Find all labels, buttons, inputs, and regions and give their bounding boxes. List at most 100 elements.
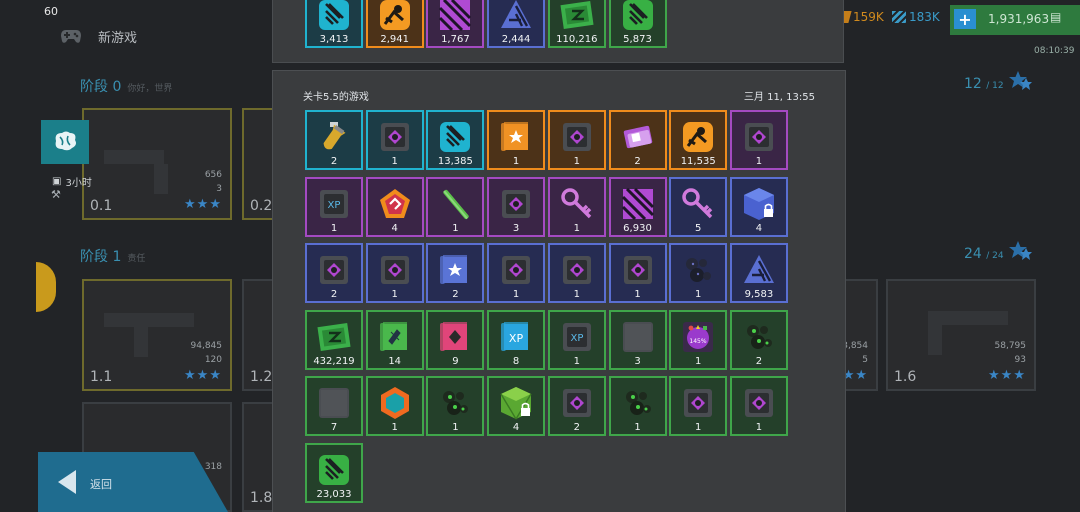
item-quantity: 4 [512, 422, 520, 433]
reward-item-dark-ore[interactable]: 1 [669, 243, 728, 303]
reward-item-empty-slot[interactable]: 7 [305, 376, 363, 436]
chip-icon [497, 251, 535, 289]
reward-item-green-cash[interactable]: 432,219 [305, 309, 363, 370]
reward-item-locked-crate[interactable]: 4 [487, 376, 546, 436]
stage-0-title: 阶段 0 你好，世界 [80, 79, 173, 95]
reward-item-chip[interactable]: 1 [729, 376, 788, 436]
reward-item-chip[interactable]: 1 [729, 110, 788, 170]
item-quantity: 9,583 [744, 289, 774, 300]
reward-item-hex-shield[interactable]: 1 [365, 376, 424, 436]
reward-item-green-ledger[interactable]: 5,873 [608, 0, 667, 48]
chip-icon [558, 251, 596, 289]
xp-blueprint-icon: XP [497, 318, 535, 356]
item-quantity: 6,930 [623, 222, 652, 234]
gold-currency: 159K [836, 10, 884, 24]
svg-text:XP: XP [570, 333, 583, 344]
green-cash-icon [315, 318, 353, 356]
reward-item-locked-cube[interactable]: 4 [729, 176, 788, 237]
reward-item-xp-blueprint[interactable]: XP 8 [487, 309, 546, 370]
key-icon [679, 185, 717, 223]
reward-item-purple-stripes[interactable]: 6,930 [608, 176, 667, 237]
reward-item-vial[interactable]: 2 [305, 110, 363, 170]
stars-icon [1009, 241, 1032, 260]
stage-1-count: 24 / 24 [964, 246, 1004, 262]
item-quantity: 2 [330, 289, 338, 300]
orange-mech-icon [376, 0, 414, 34]
item-quantity: 432,219 [313, 355, 355, 367]
item-quantity: 1 [330, 222, 338, 234]
dark-ore-icon [679, 251, 717, 289]
item-quantity: 1 [634, 422, 641, 433]
item-quantity: 14 [388, 355, 402, 367]
page-title: 新游戏 [98, 30, 138, 46]
reward-item-chip[interactable]: 1 [365, 243, 424, 303]
orange-blueprint-icon [497, 118, 535, 156]
reward-item-chip[interactable]: 1 [608, 243, 667, 303]
item-quantity: 1,767 [441, 34, 470, 45]
cyan-ledger-icon [436, 118, 474, 156]
reward-item-chip[interactable]: 1 [669, 376, 728, 436]
green-cash-icon [558, 0, 596, 34]
level-number: 1.6 [894, 369, 917, 385]
reward-item-purple-stripes[interactable]: 1,767 [426, 0, 485, 48]
reward-item-green-blueprint[interactable]: 14 [365, 309, 424, 370]
item-quantity: 110,216 [556, 34, 598, 45]
reward-item-cyan-ledger[interactable]: 3,413 [305, 0, 363, 48]
reward-item-xp-chip[interactable]: XP 1 [547, 309, 606, 370]
reward-item-green-ore[interactable]: 1 [608, 376, 667, 436]
reward-item-empty-slot[interactable]: 3 [608, 309, 667, 370]
cash-amount: 1,931,963 [988, 12, 1050, 26]
item-quantity: 1 [695, 422, 702, 433]
purple-tickets-icon [619, 118, 657, 156]
stage-0-count: 12 / 12 [964, 76, 1004, 92]
purple-stripes-icon [436, 0, 474, 34]
item-quantity: 1 [755, 422, 763, 433]
reward-item-chip[interactable]: 1 [547, 110, 606, 170]
reward-item-cyan-ledger[interactable]: 13,385 [426, 110, 485, 170]
reward-item-chip[interactable]: 2 [305, 243, 363, 303]
empty-slot-icon [315, 384, 353, 422]
reward-item-green-rod[interactable]: 1 [426, 176, 485, 237]
green-blueprint-icon [376, 318, 414, 356]
reward-item-chip[interactable]: 3 [487, 176, 546, 237]
tools-icon[interactable]: ⚒ [51, 188, 61, 201]
reward-item-orange-blueprint[interactable]: 1 [487, 110, 546, 170]
reward-item-boost-card[interactable]: 145% 1 [669, 309, 728, 370]
reward-item-green-ledger[interactable]: 23,033 [305, 442, 363, 503]
item-quantity: 1 [695, 289, 702, 300]
reward-item-blue-triangle[interactable]: 2,444 [487, 0, 546, 48]
parts-icon [892, 11, 906, 23]
reward-item-key[interactable]: 1 [547, 176, 606, 237]
reward-item-pentagon-badge[interactable]: 4 [365, 176, 424, 237]
reward-item-green-ore[interactable]: 2 [729, 309, 788, 370]
cyan-ledger-icon [315, 0, 353, 34]
reward-item-purple-tickets[interactable]: 2 [608, 110, 667, 170]
item-quantity: 5,873 [623, 34, 652, 45]
reward-item-key[interactable]: 5 [669, 176, 728, 237]
reward-item-pink-blueprint[interactable]: 9 [426, 309, 485, 370]
reward-item-orange-mech[interactable]: 11,535 [669, 110, 728, 170]
item-quantity: 1 [452, 222, 459, 234]
add-cash-button[interactable]: + [954, 9, 976, 29]
stage-1-title: 阶段 1 责任 [80, 249, 146, 265]
reward-item-green-cash[interactable]: 110,216 [547, 0, 606, 48]
vial-icon [315, 118, 353, 156]
pentagon-badge-icon [376, 185, 414, 223]
reward-item-blue-blueprint[interactable]: 2 [426, 243, 485, 303]
reward-item-chip[interactable]: 1 [547, 243, 606, 303]
level-card-0-1[interactable]: 656 3 0.1 ★★★ [82, 108, 232, 220]
reward-item-orange-mech[interactable]: 2,941 [365, 0, 424, 48]
reward-item-green-ore[interactable]: 1 [426, 376, 485, 436]
chip-icon [679, 384, 717, 422]
boost-card-icon: 145% [679, 318, 717, 356]
reward-item-chip[interactable]: 1 [487, 243, 546, 303]
level-card-1-1[interactable]: 94,845 120 1.1 ★★★ [82, 279, 232, 391]
hex-shield-icon [376, 384, 414, 422]
reward-item-blue-triangle[interactable]: 9,583 [729, 243, 788, 303]
reward-item-xp-chip[interactable]: XP 1 [305, 176, 363, 237]
item-quantity: 23,033 [316, 488, 352, 500]
brain-badge-button[interactable] [41, 120, 89, 164]
reward-item-chip[interactable]: 1 [365, 110, 424, 170]
reward-item-chip[interactable]: 2 [547, 376, 606, 436]
level-card-1-6[interactable]: 58,795 93 1.6 ★★★ [886, 279, 1036, 391]
